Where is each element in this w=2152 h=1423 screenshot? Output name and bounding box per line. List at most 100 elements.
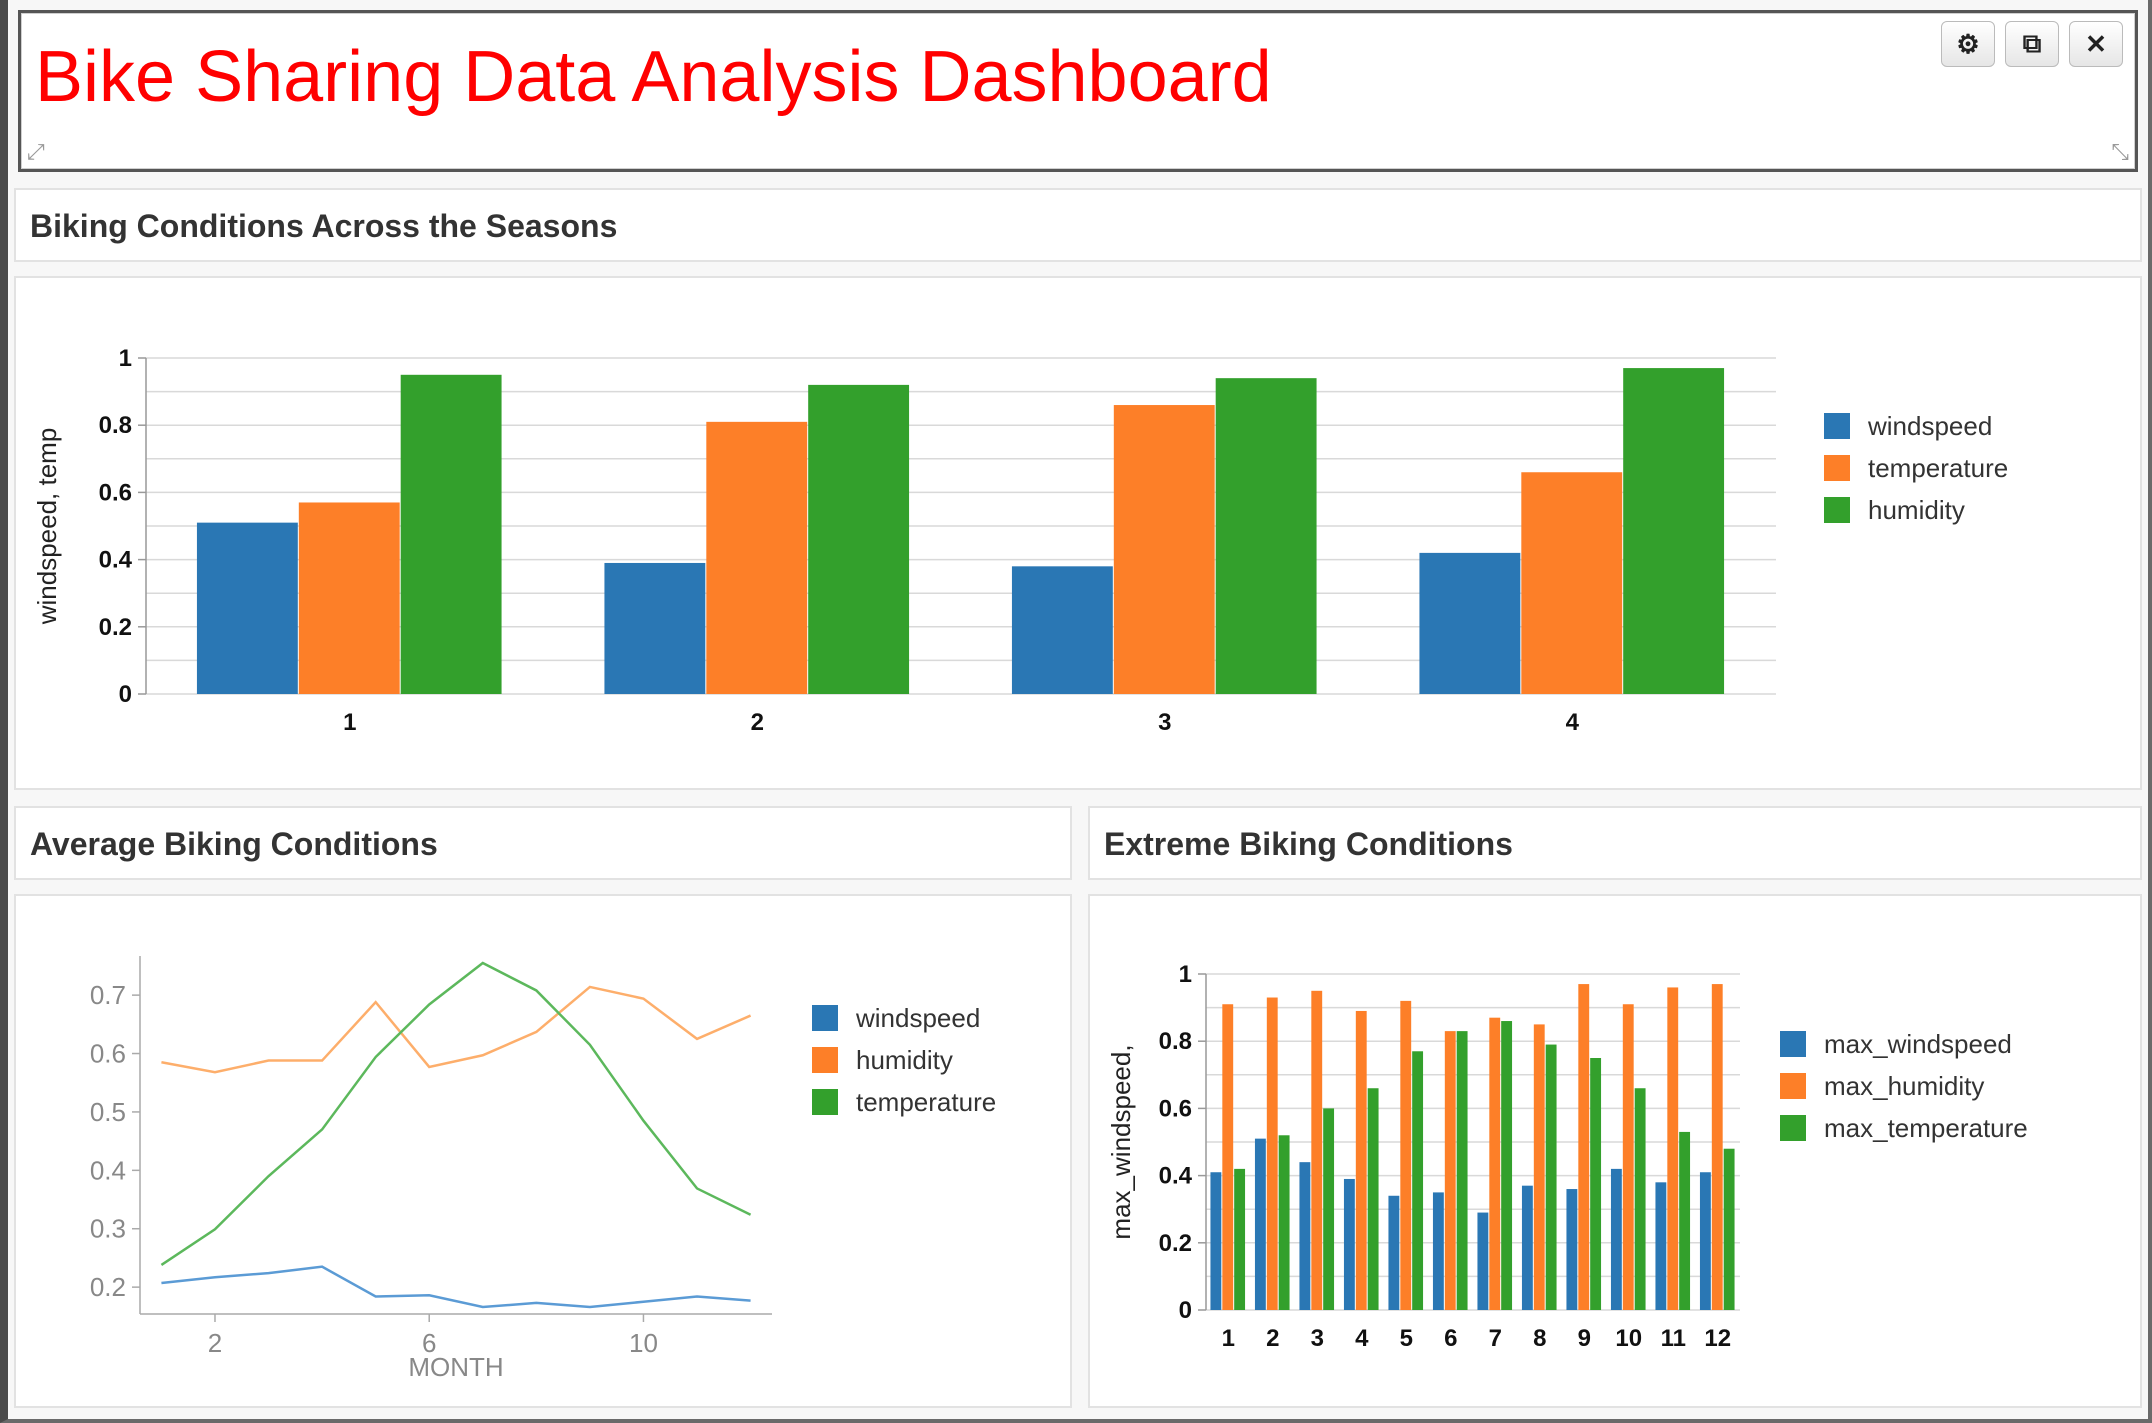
extreme-y-tick-label: 0.4	[1159, 1163, 1193, 1190]
extreme-bar-max_windspeed	[1388, 1195, 1400, 1310]
extreme-x-tick-label: 2	[1266, 1325, 1279, 1352]
extreme-bar-max_windspeed	[1343, 1178, 1355, 1310]
window-controls: ⚙ ⧉ ✕	[1941, 21, 2123, 67]
extreme-chart-panel: 0 0.2 0.4 0.6 0.8 1 max_windspeed, 1 2 3 4 5 6 7 8 9 10 1…	[1088, 894, 2142, 1408]
extreme-bar-max_temperature	[1234, 1168, 1246, 1310]
seasons-y-tick-label: 0	[119, 681, 132, 708]
extreme-y-tick-label: 0.2	[1159, 1230, 1192, 1257]
seasons-legend-swatch-humidity	[1824, 497, 1850, 523]
average-y-tick-label: 0.3	[90, 1214, 126, 1244]
extreme-bar-max_temperature	[1278, 1135, 1290, 1310]
extreme-y-tick-label: 1	[1179, 961, 1192, 988]
close-icon[interactable]: ✕	[2069, 21, 2123, 67]
seasons-panel-header: Biking Conditions Across the Seasons	[14, 188, 2142, 262]
average-x-axis-title: MONTH	[408, 1352, 503, 1382]
extreme-panel-header: Extreme Biking Conditions	[1088, 806, 2142, 880]
extreme-legend-swatch-max_temperature	[1780, 1115, 1806, 1141]
extreme-legend-label-max_windspeed: max_windspeed	[1824, 1029, 2012, 1059]
seasons-bar-humidity	[400, 374, 502, 694]
average-panel-header: Average Biking Conditions	[14, 806, 1072, 880]
seasons-legend-label-windspeed: windspeed	[1867, 411, 1992, 441]
extreme-x-tick-label: 11	[1661, 1325, 1686, 1352]
extreme-bar-max_temperature	[1590, 1058, 1602, 1310]
extreme-x-tick-label: 12	[1704, 1325, 1731, 1352]
extreme-bar-max_windspeed	[1655, 1182, 1667, 1310]
extreme-x-tick-label: 3	[1311, 1325, 1324, 1352]
average-chart: 0.20.30.40.50.60.72 6 10MONTHwindspeedhumi…	[90, 956, 996, 1382]
seasons-bar-windspeed	[604, 562, 706, 694]
extreme-bar-max_temperature	[1323, 1108, 1335, 1310]
extreme-bar-max_windspeed	[1432, 1192, 1444, 1310]
extreme-legend-label-max_temperature: max_temperature	[1824, 1113, 2028, 1143]
average-legend-label-humidity: humidity	[856, 1045, 953, 1075]
seasons-y-tick-label: 0.4	[99, 547, 133, 574]
seasons-bar-windspeed	[1011, 566, 1113, 694]
extreme-bar-max_humidity	[1311, 990, 1323, 1310]
seasons-y-tick-label: 0.8	[99, 412, 132, 439]
seasons-y-axis-title: windspeed, temp	[32, 428, 62, 626]
extreme-x-tick-label: 5	[1400, 1325, 1413, 1352]
seasons-y-tick-label: 0.2	[99, 614, 132, 641]
extreme-bar-max_humidity	[1711, 984, 1723, 1310]
extreme-bar-max_humidity	[1355, 1010, 1367, 1310]
external-link-icon[interactable]: ⧉	[2005, 21, 2059, 67]
extreme-bar-max_humidity	[1667, 987, 1679, 1310]
title-cell[interactable]: Bike Sharing Data Analysis Dashboard ⚙ ⧉…	[18, 10, 2138, 172]
seasons-legend-label-temperature: temperature	[1868, 453, 2008, 483]
extreme-bar-max_windspeed	[1566, 1189, 1578, 1310]
resize-handle-right-icon[interactable]: ⤡	[2111, 139, 2129, 165]
average-y-tick-label: 0.7	[90, 980, 126, 1010]
average-x-tick-label: 2	[208, 1328, 222, 1358]
extreme-bar-max_temperature	[1412, 1051, 1424, 1310]
seasons-bar-temperature	[1521, 472, 1623, 694]
extreme-bar-max_temperature	[1679, 1131, 1691, 1310]
average-legend-label-temperature: temperature	[856, 1087, 996, 1117]
extreme-bar-max_temperature	[1723, 1148, 1735, 1310]
extreme-bar-max_humidity	[1489, 1017, 1501, 1310]
extreme-bar-max_windspeed	[1210, 1172, 1222, 1310]
extreme-x-tick-label: 9	[1578, 1325, 1591, 1352]
extreme-bar-max_windspeed	[1610, 1168, 1622, 1310]
extreme-legend-label-max_humidity: max_humidity	[1824, 1071, 1984, 1101]
extreme-bar-max_windspeed	[1477, 1212, 1489, 1310]
seasons-legend-label-humidity: humidity	[1868, 495, 1965, 525]
seasons-bar-temperature	[298, 502, 400, 694]
seasons-bar-temperature	[1113, 405, 1215, 694]
seasons-bar-humidity	[1215, 378, 1317, 694]
seasons-x-tick-label: 2	[751, 709, 764, 736]
extreme-y-tick-label: 0.6	[1159, 1095, 1192, 1122]
extreme-x-tick-label: 10	[1615, 1325, 1642, 1352]
extreme-bar-max_humidity	[1622, 1004, 1634, 1310]
average-chart-panel: 0.2 0.3 0.4 0.5 0.6 0.7 2 6 10 MONTH windspeed humi…	[14, 894, 1072, 1408]
seasons-y-tick-label: 0.6	[99, 479, 132, 506]
extreme-chart: 00.20.40.60.81max_windspeed,1 2 3 4 5 6 7 8 9 10 1…	[1106, 961, 2028, 1352]
extreme-bar-max_temperature	[1545, 1044, 1557, 1310]
average-y-tick-label: 0.4	[90, 1155, 126, 1185]
extreme-legend-swatch-max_windspeed	[1780, 1031, 1806, 1057]
page-title: Bike Sharing Data Analysis Dashboard	[35, 37, 1272, 117]
extreme-bar-max_humidity	[1266, 997, 1278, 1310]
extreme-bar-max_temperature	[1456, 1031, 1468, 1310]
extreme-y-tick-label: 0.8	[1159, 1028, 1192, 1055]
seasons-chart-panel: 0 0.2 0.4 0.6 0.8 1 windspeed, temp 1 2 3 4 windspe…	[14, 276, 2142, 790]
seasons-bar-humidity	[808, 384, 910, 694]
average-legend-swatch-humidity	[812, 1047, 838, 1073]
seasons-x-tick-label: 4	[1566, 709, 1580, 736]
extreme-bar-max_humidity	[1222, 1004, 1234, 1310]
average-x-tick-label: 10	[629, 1328, 658, 1358]
gear-icon[interactable]: ⚙	[1941, 21, 1995, 67]
extreme-x-tick-label: 7	[1489, 1325, 1502, 1352]
extreme-y-axis-title: max_windspeed,	[1106, 1044, 1136, 1239]
extreme-bar-max_temperature	[1367, 1088, 1379, 1310]
extreme-legend-swatch-max_humidity	[1780, 1073, 1806, 1099]
extreme-bar-max_humidity	[1400, 1000, 1412, 1310]
seasons-bar-temperature	[706, 421, 808, 694]
extreme-panel-title: Extreme Biking Conditions	[1104, 826, 1513, 862]
extreme-bar-max_windspeed	[1521, 1185, 1533, 1310]
average-legend-swatch-temperature	[812, 1089, 838, 1115]
average-line-temperature	[160, 961, 752, 1266]
average-y-tick-label: 0.2	[90, 1272, 126, 1302]
extreme-x-tick-label: 6	[1444, 1325, 1457, 1352]
seasons-y-tick-label: 1	[119, 345, 132, 372]
resize-handle-left-icon[interactable]: ⤢	[27, 139, 45, 165]
